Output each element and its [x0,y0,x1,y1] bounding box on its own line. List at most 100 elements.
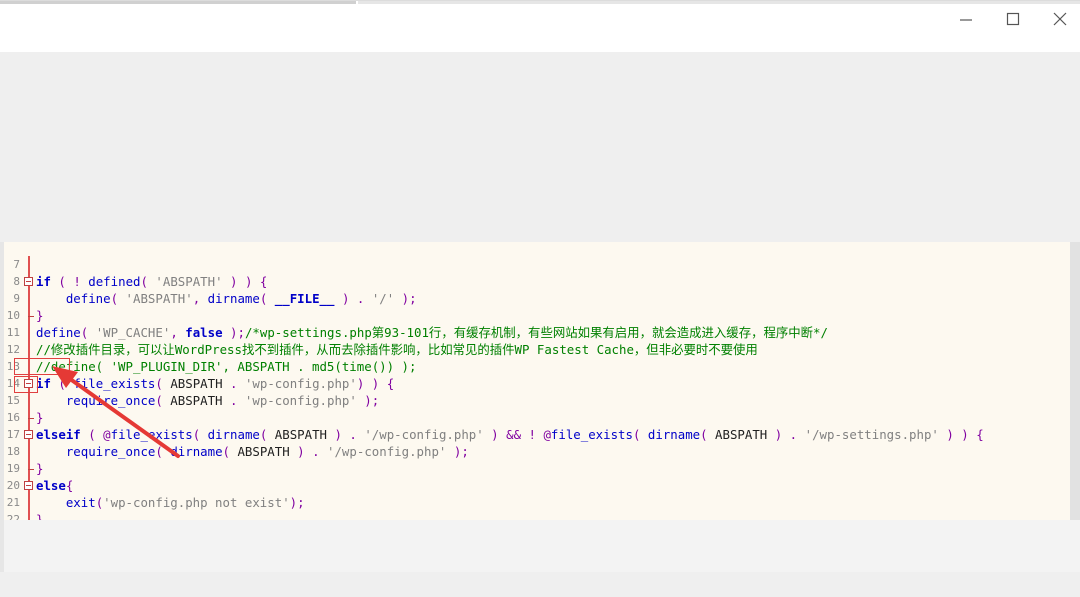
fold-collapse-icon[interactable] [24,277,33,286]
code-token: ( [140,274,148,289]
vertical-scrollbar[interactable] [1070,242,1080,520]
code-text: } [36,460,43,477]
line-number: 11 [6,326,20,339]
minimize-button[interactable] [946,7,986,31]
line-number: 22 [6,513,20,520]
fold-end-marker [28,511,34,520]
code-line[interactable]: 8 if ( ! defined( 'ABSPATH' ) ) { [4,273,1070,290]
close-button[interactable] [1040,7,1080,31]
code-text: //define( 'WP_PLUGIN_DIR', ABSPATH . md5… [36,358,416,375]
code-token: ) [230,274,238,289]
code-token: ABSPATH [267,427,335,442]
code-token: ( [110,291,119,306]
code-line[interactable]: 7 [4,256,1070,273]
code-token: ; [237,325,245,340]
maximize-icon [1006,12,1020,26]
code-line[interactable]: 14 if ( file_exists( ABSPATH . 'wp-config… [4,375,1070,392]
code-line[interactable]: 15 require_once( ABSPATH . 'wp-config.ph… [4,392,1070,409]
code-token: file_exists [73,376,156,391]
fold-collapse-icon[interactable] [24,379,33,388]
fold-end-marker [28,460,34,470]
code-line[interactable]: 17 elseif ( @file_exists( dirname( ABSPAT… [4,426,1070,443]
line-number: 9 [13,292,20,305]
tab-strip-left [0,1,356,4]
code-token: ) [961,427,969,442]
maximize-button[interactable] [993,7,1033,31]
code-token: 'wp-config.php not exist' [103,495,290,510]
line-number: 12 [6,343,20,356]
fold-end-marker [28,409,34,419]
code-token: dirname [207,291,260,306]
code-line[interactable]: 19} [4,460,1070,477]
fold-collapse-icon[interactable] [24,481,33,490]
code-token: ( [88,427,96,442]
code-line[interactable]: 11 define( 'WP_CACHE', false );/*wp-setti… [4,324,1070,341]
line-number: 7 [13,258,20,271]
code-token: '/' [371,291,395,306]
code-token: '/wp-config.php' [327,444,447,459]
code-token: defined [88,274,141,289]
fold-collapse-icon[interactable] [24,430,33,439]
code-line[interactable]: 21 exit('wp-config.php not exist'); [4,494,1070,511]
code-token: @ [543,427,551,442]
code-token: //define( 'WP_PLUGIN_DIR', ABSPATH . md5… [36,359,417,374]
code-token: ) [334,427,342,442]
code-token: exit [65,495,96,510]
code-token: . [349,427,357,442]
code-token: //修改插件目录，可以让WordPress找不到插件，从而去除插件影响，比如常见… [36,342,758,357]
code-token: '/wp-settings.php' [804,427,939,442]
code-line[interactable]: 12 //修改插件目录，可以让WordPress找不到插件，从而去除插件影响，比如… [4,341,1070,358]
code-editor[interactable]: 7 8 if ( ! defined( 'ABSPATH' ) ) { 9 defin… [4,242,1070,520]
line-number: 18 [6,445,20,458]
code-line[interactable]: 22} [4,511,1070,520]
code-text: exit('wp-config.php not exist'); [36,494,305,511]
code-token: ! [73,274,81,289]
code-token: 'WP_CACHE' [95,325,171,340]
code-line[interactable]: 20 else{ [4,477,1070,494]
tab-strip-right [358,1,1080,4]
code-text: else{ [36,477,73,494]
code-token: ) [491,427,499,442]
code-line[interactable]: 10} [4,307,1070,324]
code-token: ; [371,393,380,408]
code-token: __FILE__ [274,291,335,306]
code-line[interactable]: 13 //define( 'WP_PLUGIN_DIR', ABSPATH . m… [4,358,1070,375]
minimize-icon [960,19,972,21]
line-number: 10 [6,309,20,322]
code-token: ABSPATH [707,427,775,442]
code-token: ; [409,291,417,306]
code-text: define( 'ABSPATH', dirname( __FILE__ ) .… [36,290,417,307]
code-line[interactable]: 9 define( 'ABSPATH', dirname( __FILE__ )… [4,290,1070,307]
code-line[interactable]: 16} [4,409,1070,426]
code-token: ABSPATH [162,376,230,391]
code-token: dirname [647,427,701,442]
code-token: } [36,461,44,476]
code-token: ! [528,427,536,442]
code-token: define [36,325,81,340]
close-icon [1053,12,1067,26]
code-token: ) [946,427,954,442]
code-token: file_exists [550,427,633,442]
code-token: ( [222,444,230,459]
code-token: ; [461,444,469,459]
code-line[interactable]: 18 require_once( dirname( ABSPATH ) . '/… [4,443,1070,460]
code-token: . [312,444,320,459]
code-token: 'wp-config.php' [244,376,357,391]
code-token: define [65,291,111,306]
code-token: ( [155,393,163,408]
code-token: 'wp-config.php' [244,393,357,408]
